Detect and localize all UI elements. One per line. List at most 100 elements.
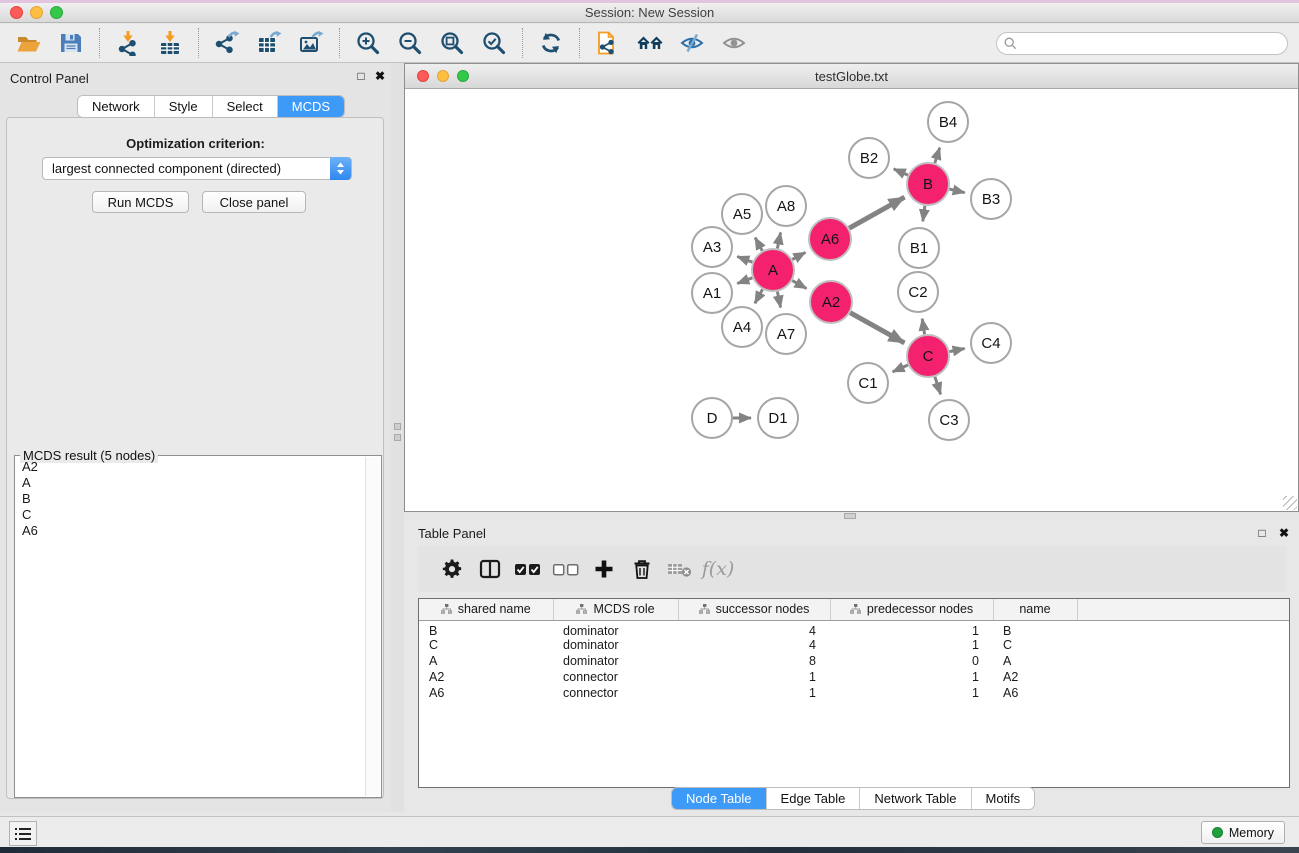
graph-node-C4[interactable]: C4 xyxy=(971,323,1011,363)
tab-node-table[interactable]: Node Table xyxy=(672,788,767,809)
run-mcds-button[interactable]: Run MCDS xyxy=(92,191,189,213)
network-window-titlebar[interactable]: testGlobe.txt xyxy=(405,64,1298,89)
table-settings-button[interactable] xyxy=(434,552,470,586)
float-table-panel-icon[interactable]: □ xyxy=(1255,526,1269,540)
create-column-button[interactable] xyxy=(586,552,622,586)
home-view-button[interactable] xyxy=(629,27,671,59)
tab-mcds[interactable]: MCDS xyxy=(278,96,344,117)
close-panel-button[interactable]: Close panel xyxy=(202,191,306,213)
app-titlebar[interactable]: Session: New Session xyxy=(0,3,1299,23)
graph-node-A8[interactable]: A8 xyxy=(766,186,806,226)
export-table-button[interactable] xyxy=(248,27,290,59)
graph-node-A[interactable]: A xyxy=(752,249,794,291)
edge-A-A1[interactable] xyxy=(737,278,752,284)
hide-graphics-details-button[interactable] xyxy=(671,27,713,59)
unselect-all-columns-button[interactable] xyxy=(548,552,584,586)
tab-edge-table[interactable]: Edge Table xyxy=(767,788,861,809)
graph-node-C3[interactable]: C3 xyxy=(929,400,969,440)
import-table-button[interactable] xyxy=(149,27,191,59)
graph-node-D[interactable]: D xyxy=(692,398,732,438)
task-history-button[interactable] xyxy=(9,821,37,846)
graph-node-C1[interactable]: C1 xyxy=(848,363,888,403)
table-row[interactable]: A6connector11A6 xyxy=(419,685,1289,701)
graph-node-A7[interactable]: A7 xyxy=(766,314,806,354)
graph-node-C[interactable]: C xyxy=(907,335,949,377)
save-session-button[interactable] xyxy=(50,27,92,59)
graph-node-D1[interactable]: D1 xyxy=(758,398,798,438)
search-input[interactable] xyxy=(1022,35,1287,53)
tab-select[interactable]: Select xyxy=(213,96,278,117)
tab-network[interactable]: Network xyxy=(78,96,155,117)
vertical-split-divider[interactable] xyxy=(391,63,404,812)
search-field[interactable] xyxy=(996,32,1288,55)
graph-node-C2[interactable]: C2 xyxy=(898,272,938,312)
tab-style[interactable]: Style xyxy=(155,96,213,117)
tab-network-table[interactable]: Network Table xyxy=(860,788,971,809)
show-columns-button[interactable] xyxy=(472,552,508,586)
graph-node-B3[interactable]: B3 xyxy=(971,179,1011,219)
column-header-name[interactable]: name xyxy=(993,599,1077,620)
export-image-button[interactable] xyxy=(290,27,332,59)
zoom-in-button[interactable] xyxy=(347,27,389,59)
refresh-view-button[interactable] xyxy=(530,27,572,59)
tab-motifs[interactable]: Motifs xyxy=(972,788,1035,809)
float-panel-icon[interactable]: □ xyxy=(354,69,368,83)
column-header-predecessor-nodes[interactable]: predecessor nodes xyxy=(830,599,993,620)
column-header-shared-name[interactable]: shared name xyxy=(419,599,553,620)
resize-grip-icon[interactable] xyxy=(1283,496,1297,510)
close-panel-icon[interactable]: ✖ xyxy=(373,69,387,83)
zoom-selected-button[interactable] xyxy=(473,27,515,59)
graph-node-B1[interactable]: B1 xyxy=(899,228,939,268)
export-network-button[interactable] xyxy=(206,27,248,59)
table-row[interactable]: A2connector11A2 xyxy=(419,669,1289,685)
edge-B-B2[interactable] xyxy=(894,169,908,175)
close-table-panel-icon[interactable]: ✖ xyxy=(1277,526,1291,540)
edge-A2-C[interactable] xyxy=(850,313,904,343)
edge-C-C4[interactable] xyxy=(950,349,965,352)
edge-A-A8[interactable] xyxy=(777,233,780,249)
edge-A-A2[interactable] xyxy=(792,281,806,289)
edge-B-B1[interactable] xyxy=(923,206,925,222)
edge-C-C2[interactable] xyxy=(922,319,924,335)
graph-node-B2[interactable]: B2 xyxy=(849,138,889,178)
edge-A6-B[interactable] xyxy=(849,197,904,228)
divider-grabber[interactable] xyxy=(844,513,856,519)
memory-button[interactable]: Memory xyxy=(1201,821,1285,844)
graph-node-A2[interactable]: A2 xyxy=(810,281,852,323)
edge-B-B3[interactable] xyxy=(949,189,964,193)
network-graph[interactable]: B4 B2 B B3 A5 A8 A6 A3 B1 A A1 C2 A2 xyxy=(405,89,1298,511)
edge-C-C3[interactable] xyxy=(935,377,941,394)
column-header-successor-nodes[interactable]: successor nodes xyxy=(678,599,830,620)
graph-node-A6[interactable]: A6 xyxy=(809,218,851,260)
show-graphics-details-button[interactable] xyxy=(713,27,755,59)
edge-A-A4[interactable] xyxy=(755,289,763,303)
edge-A-A6[interactable] xyxy=(792,252,805,259)
graph-node-B4[interactable]: B4 xyxy=(928,102,968,142)
edge-A-A3[interactable] xyxy=(737,257,752,263)
table-row[interactable]: Adominator80A xyxy=(419,653,1289,669)
delete-columns-button[interactable] xyxy=(624,552,660,586)
zoom-fit-button[interactable] xyxy=(431,27,473,59)
table-row[interactable]: Bdominator41B xyxy=(419,620,1289,638)
graph-node-A4[interactable]: A4 xyxy=(722,307,762,347)
edge-C-C1[interactable] xyxy=(893,365,908,372)
open-session-button[interactable] xyxy=(8,27,50,59)
zoom-out-button[interactable] xyxy=(389,27,431,59)
edge-A-A5[interactable] xyxy=(755,238,762,251)
select-all-columns-button[interactable] xyxy=(510,552,546,586)
result-scrollbar[interactable] xyxy=(365,457,380,796)
horizontal-split-divider[interactable] xyxy=(404,512,1299,520)
divider-grabber[interactable] xyxy=(394,423,401,430)
divider-grabber[interactable] xyxy=(394,434,401,441)
graph-node-A3[interactable]: A3 xyxy=(692,227,732,267)
graph-node-B[interactable]: B xyxy=(907,163,949,205)
network-from-file-button[interactable] xyxy=(587,27,629,59)
column-header-mcds-role[interactable]: MCDS role xyxy=(553,599,678,620)
criterion-dropdown[interactable]: largest connected component (directed) xyxy=(42,157,352,180)
graph-node-A5[interactable]: A5 xyxy=(722,194,762,234)
table-row[interactable]: Cdominator41C xyxy=(419,638,1289,654)
edge-B-B4[interactable] xyxy=(935,148,940,163)
edge-A-A7[interactable] xyxy=(777,292,780,308)
import-network-button[interactable] xyxy=(107,27,149,59)
graph-node-A1[interactable]: A1 xyxy=(692,273,732,313)
